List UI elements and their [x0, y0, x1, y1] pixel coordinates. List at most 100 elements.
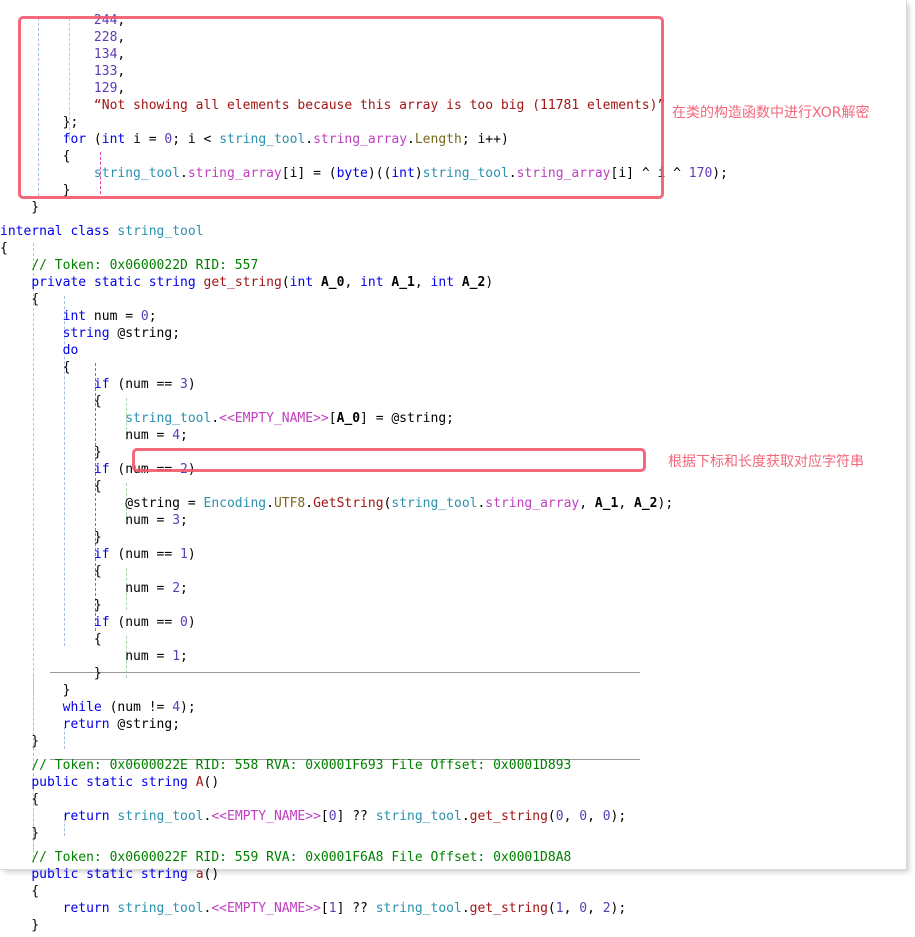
code-token-kw: class [70, 224, 110, 239]
code-line[interactable]: return string_tool.<<EMPTY_NAME>>[1] ?? … [0, 898, 627, 920]
code-token-num: 134 [93, 47, 118, 62]
code-token-typ: Encoding [203, 496, 267, 511]
code-token-pln [0, 411, 125, 426]
code-token-pln [454, 275, 462, 290]
code-token-prop: UTF8 [273, 496, 306, 511]
code-token-pln: (num == [109, 615, 181, 630]
code-token-pln [0, 258, 31, 273]
code-token-pln: } [0, 200, 40, 215]
code-token-pln: { [0, 360, 71, 375]
code-token-kw: string [148, 275, 196, 290]
code-token-pln: . [305, 132, 314, 147]
code-line[interactable]: } [0, 731, 39, 753]
code-token-pln [0, 81, 94, 96]
code-token-pln: [ [320, 809, 329, 824]
code-token-num: 0 [579, 809, 588, 824]
code-token-pln: ; [180, 513, 188, 528]
code-token-pln: , [117, 13, 126, 28]
code-token-pln: . [407, 132, 415, 147]
code-token-num: 0 [180, 615, 188, 630]
code-token-typ: string_tool [125, 411, 212, 426]
code-token-num: 0 [140, 309, 149, 324]
code-token-kw: int [391, 166, 415, 181]
code-token-num: 4 [172, 428, 181, 443]
code-token-cmt: // Token: 0x0600022E RID: 558 RVA: 0x000… [31, 758, 572, 773]
code-token-pln [0, 47, 94, 62]
decompiler-code-page: 244, 228, 134, 133, 129, “Not showing al… [0, 0, 915, 933]
code-token-pln: } [0, 183, 71, 198]
code-token-kw: private [31, 275, 87, 290]
code-token-num: 133 [93, 64, 118, 79]
code-token-num: 129 [93, 81, 118, 96]
code-token-pln: { [0, 149, 71, 164]
code-token-pln: . [180, 166, 188, 181]
code-token-kw: static [93, 275, 141, 290]
code-token-pln: num = [86, 309, 141, 324]
code-token-cmt: // Token: 0x0600022F RID: 559 RVA: 0x000… [31, 850, 572, 865]
code-token-pln: { [0, 792, 40, 807]
code-line[interactable]: } [0, 915, 39, 937]
code-line[interactable]: string_tool.string_array[i] = (byte)((in… [0, 163, 728, 185]
code-token-pln: }; [0, 115, 79, 130]
source-code-view[interactable]: 244, 228, 134, 133, 129, “Not showing al… [0, 0, 915, 933]
code-token-pln [0, 850, 31, 865]
code-line[interactable]: } [0, 197, 39, 219]
code-token-pln: , [563, 809, 580, 824]
code-line[interactable]: } [0, 823, 39, 845]
code-token-pln: , [414, 275, 431, 290]
code-line[interactable]: for (int i = 0; i < string_tool.string_a… [0, 129, 509, 151]
code-token-kw: string [140, 775, 188, 790]
code-line[interactable]: private static string get_string(int A_0… [0, 272, 493, 294]
code-token-pln: { [0, 479, 102, 494]
code-token-pln [0, 309, 63, 324]
code-token-pln [133, 775, 141, 790]
code-token-num: 3 [180, 377, 188, 392]
code-token-num: 1 [180, 547, 188, 562]
code-token-par: A_2 [461, 275, 486, 290]
code-token-par: A_1 [391, 275, 415, 290]
code-token-pln: [i] ^ i ^ [610, 166, 689, 181]
code-token-mth: get_string [469, 809, 548, 824]
code-token-num: 0 [602, 809, 611, 824]
code-token-pln: ) [187, 615, 196, 630]
code-token-pln [0, 809, 63, 824]
code-token-par: A_2 [634, 496, 658, 511]
code-token-pln [0, 166, 94, 181]
code-line[interactable]: “Not showing all elements because this a… [0, 95, 665, 117]
code-token-mth: get_string [469, 901, 548, 916]
code-token-kw: int [101, 132, 126, 147]
code-token-pln: { [0, 292, 40, 307]
code-token-par: A_0 [336, 411, 361, 426]
code-token-pln: num = [0, 428, 173, 443]
code-token-typ: string_tool [391, 496, 478, 511]
code-token-num: 170 [688, 166, 713, 181]
code-token-mth: GetString [313, 496, 384, 511]
code-token-pln [0, 775, 31, 790]
code-token-pln: ] ?? [336, 809, 376, 824]
code-token-pln: ( [547, 809, 556, 824]
code-token-num: 244 [93, 13, 118, 28]
code-token-fld: string_array [313, 132, 408, 147]
code-token-kw: int [430, 275, 455, 290]
code-token-pln: } [0, 826, 40, 841]
code-token-pln: num = [0, 649, 173, 664]
code-token-pln: [ [328, 411, 337, 426]
code-token-kw: string [62, 326, 110, 341]
code-token-pln: , [579, 496, 595, 511]
code-token-typ: string_tool [117, 224, 204, 239]
code-line[interactable]: return string_tool.<<EMPTY_NAME>>[0] ?? … [0, 806, 627, 828]
code-token-pln: , [587, 809, 603, 824]
code-token-pln [110, 901, 118, 916]
code-token-pln [0, 326, 63, 341]
code-token-pln: ) [187, 462, 196, 477]
code-token-pln [0, 13, 94, 28]
code-token-pln: ); [657, 496, 674, 511]
code-token-pln: } [0, 445, 102, 460]
code-token-pln: , [344, 275, 361, 290]
code-token-pln: } [0, 666, 102, 681]
code-token-mth: get_string [203, 275, 282, 290]
code-token-pln: @string; [109, 717, 181, 732]
code-line[interactable]: internal class string_tool [0, 221, 204, 243]
code-token-pln [313, 275, 321, 290]
code-token-pln: ; [180, 581, 188, 596]
